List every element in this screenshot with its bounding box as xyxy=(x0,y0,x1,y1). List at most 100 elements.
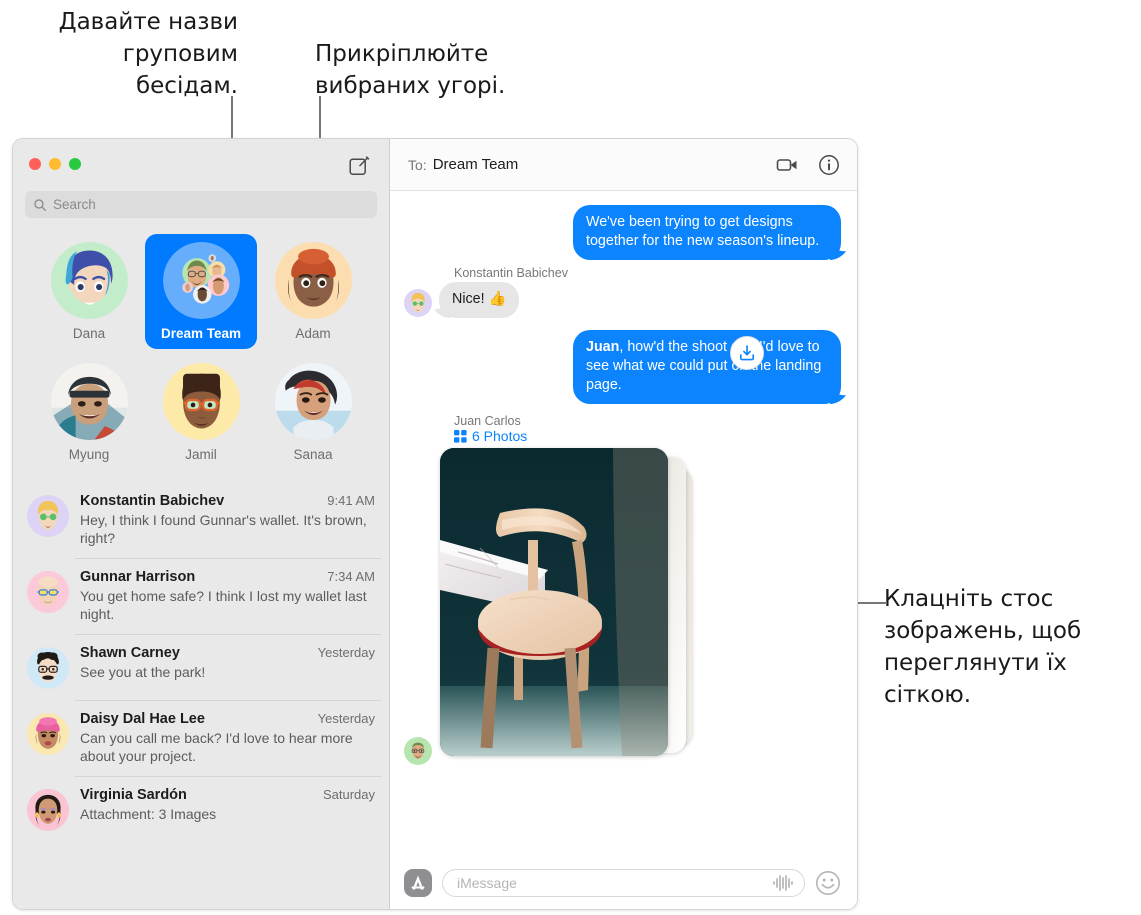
conversation-body: Daisy Dal Hae Lee Yesterday Can you call… xyxy=(80,711,375,765)
traffic-lights xyxy=(29,158,81,170)
smiley-face-icon[interactable] xyxy=(815,870,841,896)
message-sender-name: Konstantin Babichev xyxy=(454,266,568,280)
attachment-photo-count[interactable]: 6 Photos xyxy=(454,428,841,444)
video-camera-icon[interactable] xyxy=(775,153,799,177)
message-mention: Juan xyxy=(586,339,620,355)
pinned-item-label: Sanaa xyxy=(293,447,333,462)
message-text: , how'd the shoot go? I'd love to see wh… xyxy=(586,339,822,393)
message-row-incoming: Nice! 👍 xyxy=(404,282,841,318)
imessage-input-field[interactable] xyxy=(442,869,805,897)
conversation-list: Konstantin Babichev 9:41 AM Hey, I think… xyxy=(13,482,389,909)
pinned-item-label: Dana xyxy=(72,326,106,341)
conversation-time: Saturday xyxy=(322,787,375,802)
avatar xyxy=(27,647,69,689)
pinned-item-sanaa[interactable]: Sanaa xyxy=(257,355,369,470)
avatar xyxy=(27,571,69,613)
save-download-icon xyxy=(739,345,755,361)
message-sender-label-wrap: Konstantin Babichev xyxy=(404,266,841,280)
pinned-item-label: Adam xyxy=(295,326,331,341)
group-avatar-dream-team xyxy=(162,242,240,319)
pinned-conversations: Dana Dream Team Adam Myung Jamil Sanaa xyxy=(13,228,389,482)
imessage-input[interactable] xyxy=(457,875,764,891)
pinned-item-myung[interactable]: Myung xyxy=(33,355,145,470)
app-store-icon[interactable] xyxy=(404,869,432,897)
pinned-item-adam[interactable]: Adam xyxy=(257,234,369,349)
conversation-preview: See you at the park! xyxy=(80,664,206,680)
bubble-tail-icon xyxy=(830,243,846,260)
photo-stack-card-front xyxy=(440,448,668,756)
conversation-body: Shawn Carney Yesterday See you at the pa… xyxy=(80,645,375,689)
message-text: We've been trying to get designs togethe… xyxy=(586,214,820,249)
pinned-item-label: Myung xyxy=(68,447,110,462)
attachment-count-label: 6 Photos xyxy=(472,428,528,444)
info-circle-icon[interactable] xyxy=(817,153,841,177)
callout-group-names: Давайте назви груповим бесідам. xyxy=(58,9,238,99)
chat-header: To: Dream Team xyxy=(390,139,857,191)
avatar xyxy=(27,789,69,831)
conversation-body: Gunnar Harrison 7:34 AM You get home saf… xyxy=(80,569,375,623)
conversation-sender: Gunnar Harrison xyxy=(80,569,196,585)
callout-pin-favorites: Прикріплюйте вибраних угорі. xyxy=(315,41,506,99)
avatar xyxy=(404,737,432,765)
minimize-button[interactable] xyxy=(49,158,61,170)
message-thread: We've been trying to get designs togethe… xyxy=(390,191,857,857)
conversation-time: Yesterday xyxy=(317,645,375,660)
pinned-item-dana[interactable]: Dana xyxy=(33,234,145,349)
attachment-row xyxy=(404,448,841,766)
avatar xyxy=(404,289,432,317)
search-icon xyxy=(33,198,47,212)
save-download-button[interactable] xyxy=(730,336,764,370)
memoji-dana-avatar xyxy=(50,242,128,319)
photo-chair-table xyxy=(440,448,668,756)
conversation-row-shawn-carney[interactable]: Shawn Carney Yesterday See you at the pa… xyxy=(13,634,389,700)
conversation-row-gunnar-harrison[interactable]: Gunnar Harrison 7:34 AM You get home saf… xyxy=(13,558,389,634)
zoom-button[interactable] xyxy=(69,158,81,170)
attachment-header: Juan Carlos 6 Photos xyxy=(454,414,841,444)
photo-myung-avatar xyxy=(50,363,128,440)
conversation-preview: Hey, I think I found Gunnar's wallet. It… xyxy=(80,512,367,546)
messages-window: Dana xyxy=(12,138,858,910)
message-bubble[interactable]: Juan, how'd the shoot go? I'd love to se… xyxy=(573,330,846,404)
conversation-sender: Daisy Dal Hae Lee xyxy=(80,711,205,727)
search-input[interactable] xyxy=(53,197,369,212)
conversation-preview: You get home safe? I think I lost my wal… xyxy=(80,588,367,622)
sidebar: Dana xyxy=(13,139,390,909)
conversation-row-konstantin-babichev[interactable]: Konstantin Babichev 9:41 AM Hey, I think… xyxy=(13,482,389,558)
conversation-sender: Konstantin Babichev xyxy=(80,493,225,509)
conversation-time: 9:41 AM xyxy=(327,493,375,508)
conversation-row-virginia-sardon[interactable]: Virginia Sardón Saturday Attachment: 3 I… xyxy=(13,776,389,842)
message-row-outgoing: We've been trying to get designs togethe… xyxy=(404,205,846,260)
attachment-sender-name: Juan Carlos xyxy=(454,414,521,428)
conversation-time: Yesterday xyxy=(317,711,375,726)
message-bubble[interactable]: We've been trying to get designs togethe… xyxy=(573,205,846,260)
audio-waveform-icon[interactable] xyxy=(772,874,794,892)
pinned-item-label: Jamil xyxy=(185,447,217,462)
memoji-adam-avatar xyxy=(274,242,352,319)
bubble-tail-icon xyxy=(434,301,450,318)
bubble-tail-icon xyxy=(830,387,846,404)
photo-stack[interactable] xyxy=(440,448,698,766)
grid-icon xyxy=(454,429,467,443)
compose-icon[interactable] xyxy=(347,154,371,178)
conversation-sender: Shawn Carney xyxy=(80,645,180,661)
pinned-item-dream-team[interactable]: Dream Team xyxy=(145,234,257,349)
avatar xyxy=(27,713,69,755)
conversation-row-daisy-dal-hae-lee[interactable]: Daisy Dal Hae Lee Yesterday Can you call… xyxy=(13,700,389,776)
chat-recipient[interactable]: Dream Team xyxy=(433,156,519,173)
callout-photo-stack: Клацніть стос зображень, щоб переглянути… xyxy=(884,586,1082,708)
message-bubble[interactable]: Nice! 👍 xyxy=(434,282,520,318)
close-button[interactable] xyxy=(29,158,41,170)
search-box[interactable] xyxy=(25,191,377,218)
to-label: To: xyxy=(408,156,427,173)
conversation-sender: Virginia Sardón xyxy=(80,787,187,803)
message-row-outgoing: Juan, how'd the shoot go? I'd love to se… xyxy=(404,330,846,404)
screenshot-root: Давайте назви груповим бесідам. Прикріпл… xyxy=(0,0,1141,915)
pinned-item-jamil[interactable]: Jamil xyxy=(145,355,257,470)
message-composer xyxy=(390,857,857,909)
message-text: Nice! 👍 xyxy=(452,291,507,307)
window-titlebar xyxy=(13,139,389,191)
memoji-jamil-avatar xyxy=(162,363,240,440)
conversation-time: 7:34 AM xyxy=(327,569,375,584)
conversation-preview: Attachment: 3 Images xyxy=(80,806,217,822)
conversation-body: Konstantin Babichev 9:41 AM Hey, I think… xyxy=(80,493,375,547)
